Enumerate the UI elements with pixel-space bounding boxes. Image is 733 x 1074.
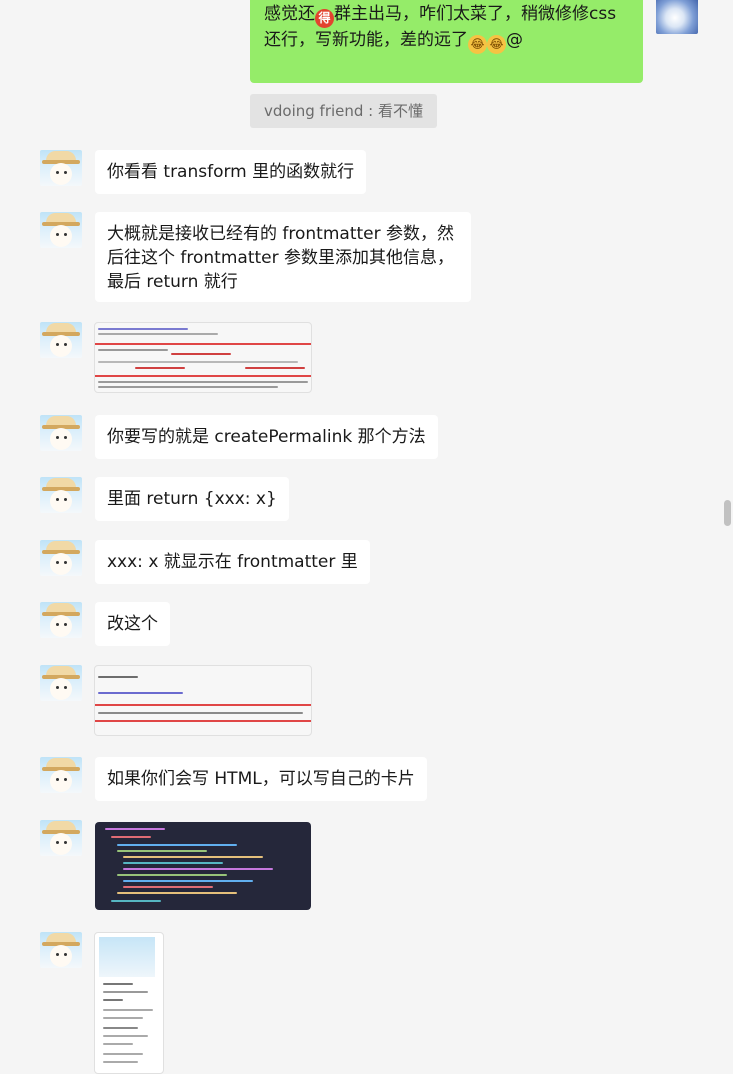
laugh-cry-emoji-icon: 😂 (468, 35, 487, 54)
contact-avatar[interactable] (40, 665, 82, 701)
contact-avatar[interactable] (40, 757, 82, 793)
card-screenshot-image[interactable] (94, 932, 164, 1074)
contact-avatar[interactable] (40, 150, 82, 186)
system-notice: vdoing friend : 看不懂 (250, 94, 438, 128)
self-message-bubble[interactable]: 感觉还得群主出马，咋们太菜了，稍微修修css 还行，写新功能，差的远了 😂 😂 @ (250, 0, 643, 83)
contact-avatar[interactable] (40, 322, 82, 358)
scrollbar-thumb[interactable] (724, 500, 731, 526)
contact-avatar[interactable] (40, 602, 82, 638)
contact-avatar[interactable] (40, 415, 82, 451)
message-bubble[interactable]: 你看看 transform 里的函数就行 (95, 150, 367, 194)
code-screenshot-image[interactable] (94, 665, 312, 736)
contact-avatar[interactable] (40, 212, 82, 248)
message-bubble[interactable]: 改这个 (95, 602, 170, 646)
message-bubble[interactable]: 大概就是接收已经有的 frontmatter 参数，然后往这个 frontmat… (95, 212, 471, 302)
code-screenshot-image[interactable] (94, 322, 312, 393)
message-bubble[interactable]: 里面 return {xxx: x} (95, 477, 289, 521)
de-emoji-icon: 得 (315, 9, 334, 28)
message-bubble[interactable]: xxx: x 就显示在 frontmatter 里 (95, 540, 370, 584)
contact-avatar[interactable] (40, 932, 82, 968)
contact-avatar[interactable] (40, 477, 82, 513)
self-avatar[interactable] (656, 0, 698, 34)
contact-avatar[interactable] (40, 540, 82, 576)
message-bubble[interactable]: 你要写的就是 createPermalink 那个方法 (95, 415, 438, 459)
contact-avatar[interactable] (40, 820, 82, 856)
laugh-cry-emoji-icon: 😂 (487, 35, 506, 54)
message-bubble[interactable]: 如果你们会写 HTML，可以写自己的卡片 (95, 757, 427, 801)
self-message-text: 感觉还 (264, 4, 315, 24)
code-screenshot-image[interactable] (95, 822, 311, 910)
chat-message-area[interactable]: 感觉还得群主出马，咋们太菜了，稍微修修css 还行，写新功能，差的远了 😂 😂 @ v… (0, 0, 733, 1074)
